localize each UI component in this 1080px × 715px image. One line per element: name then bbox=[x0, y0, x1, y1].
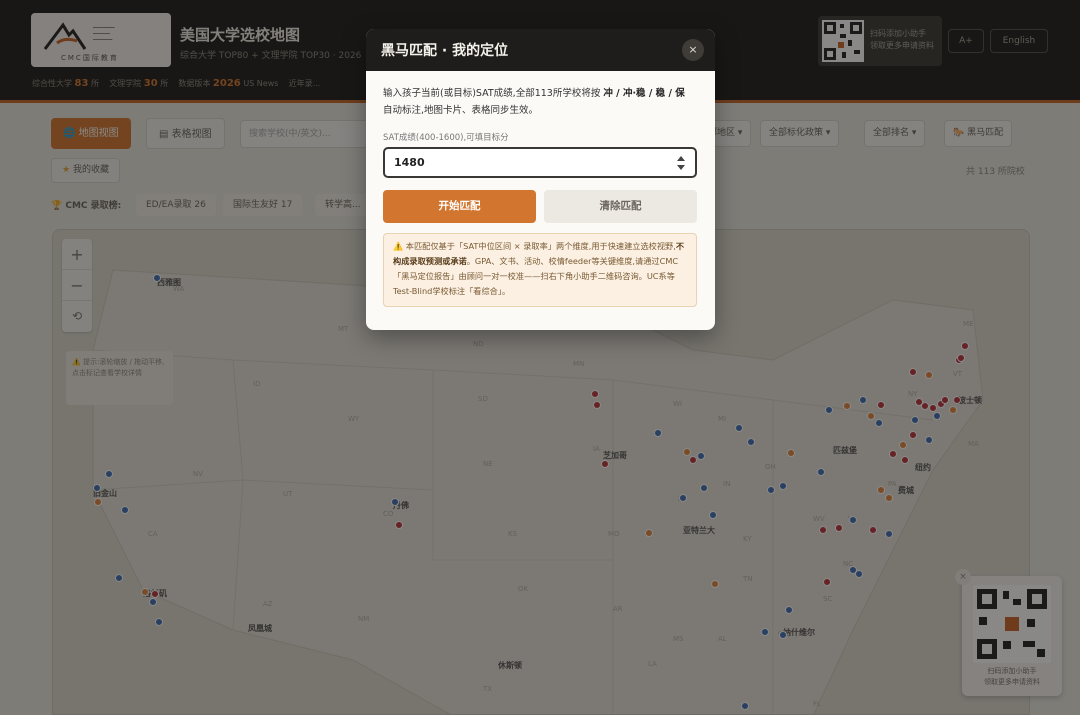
clear-match-button[interactable]: 清除匹配 bbox=[544, 190, 697, 223]
darkhorse-modal: 黑马匹配 · 我的定位 × 输入孩子当前(或目标)SAT成绩,全部113所学校将… bbox=[366, 29, 715, 330]
modal-description: 输入孩子当前(或目标)SAT成绩,全部113所学校将按 冲 / 冲·稳 / 稳 … bbox=[383, 85, 693, 119]
sat-field-label: SAT成绩(400-1600),可填目标分 bbox=[383, 133, 509, 143]
close-icon[interactable]: × bbox=[682, 39, 704, 61]
disclaimer-part1: 本匹配仅基于「SAT中位区间 × 录取率」两个维度,用于快速建立选校视野, bbox=[403, 241, 676, 251]
warning-icon: ⚠️ bbox=[393, 241, 404, 251]
modal-desc-tiers: 冲 / 冲·稳 / 稳 / 保 bbox=[603, 88, 685, 99]
modal-title: 黑马匹配 · 我的定位 bbox=[381, 43, 509, 59]
sat-score-input[interactable] bbox=[383, 147, 697, 178]
disclaimer-box: ⚠️ 本匹配仅基于「SAT中位区间 × 录取率」两个维度,用于快速建立选校视野,… bbox=[383, 233, 697, 307]
start-match-button[interactable]: 开始匹配 bbox=[383, 190, 536, 223]
modal-header: 黑马匹配 · 我的定位 × bbox=[366, 29, 715, 71]
modal-desc-part2: 自动标注,地图卡片、表格同步生效。 bbox=[383, 105, 539, 116]
stepper-arrows-icon[interactable] bbox=[676, 155, 686, 171]
modal-desc-part1: 输入孩子当前(或目标)SAT成绩,全部113所学校将按 bbox=[383, 88, 604, 99]
